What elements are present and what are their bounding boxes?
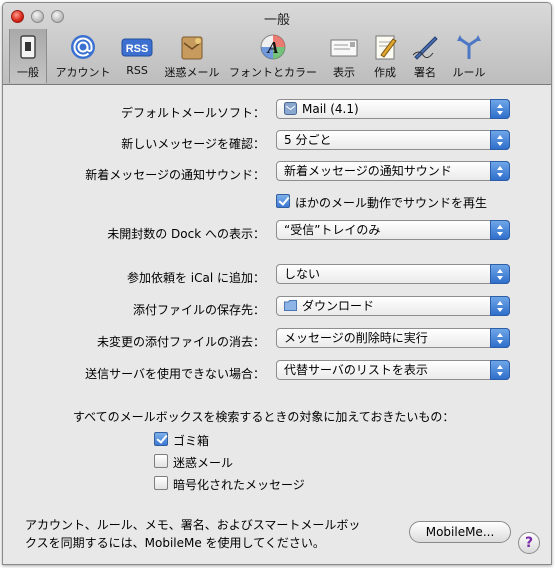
folder-icon	[284, 300, 297, 311]
downloads-folder-popup[interactable]: ダウンロード	[276, 296, 510, 316]
new-mail-sound-popup[interactable]: 新着メッセージの通知サウンド	[276, 161, 510, 181]
include-junk-checkbox[interactable]	[154, 454, 168, 468]
tab-composing[interactable]: 作成	[367, 29, 403, 83]
remove-downloads-popup[interactable]: メッセージの削除時に実行	[276, 328, 510, 348]
viewing-icon	[330, 39, 358, 57]
popup-arrows-icon	[490, 99, 510, 119]
tab-fonts-colors[interactable]: A フォントとカラー	[227, 29, 319, 83]
tab-general[interactable]: 一般	[9, 29, 47, 83]
search-include-heading: すべてのメールボックスを検索するときの対象に加えておきたいもの：	[73, 410, 455, 424]
add-invitations-popup[interactable]: しない	[276, 264, 510, 284]
default-mail-app-popup[interactable]: Mail (4.1)	[276, 99, 510, 119]
popup-arrows-icon	[490, 328, 510, 348]
tab-viewing[interactable]: 表示	[325, 29, 363, 83]
include-trash-checkbox[interactable]	[154, 432, 168, 446]
new-mail-sound-label: 新着メッセージの通知サウンド：	[85, 168, 265, 182]
dock-unread-popup[interactable]: “受信”トレイのみ	[276, 220, 510, 240]
svg-text:A: A	[266, 38, 278, 57]
popup-arrows-icon	[490, 360, 510, 380]
check-new-mail-label: 新しいメッセージを確認：	[121, 137, 265, 151]
general-switch-icon	[20, 35, 36, 59]
popup-arrows-icon	[490, 220, 510, 240]
play-sounds-label: ほかのメール動作でサウンドを再生	[295, 196, 488, 210]
tab-rss[interactable]: RSS RSS	[117, 29, 157, 83]
tab-signatures[interactable]: 署名	[407, 29, 443, 83]
mobileme-note-line1: アカウント、ルール、メモ、署名、およびスマートメールボッ	[25, 518, 361, 532]
popup-arrows-icon	[490, 296, 510, 316]
svg-text:RSS: RSS	[126, 43, 149, 55]
signature-icon	[412, 36, 438, 60]
include-encrypted-checkbox[interactable]	[154, 476, 168, 490]
mail-app-icon	[284, 102, 297, 115]
window-title: 一般	[263, 13, 290, 28]
include-trash-label: ゴミ箱	[173, 434, 210, 448]
dock-unread-label: 未開封数の Dock への表示：	[107, 227, 265, 241]
tab-accounts[interactable]: アカウント	[55, 29, 111, 83]
downloads-folder-label: 添付ファイルの保存先：	[132, 303, 265, 317]
composing-icon	[375, 35, 397, 60]
remove-downloads-label: 未変更の添付ファイルの消去：	[96, 335, 265, 349]
mobileme-button[interactable]: MobileMe...	[409, 521, 511, 543]
tab-junk-mail[interactable]: 迷惑メール	[161, 29, 223, 83]
outgoing-unavailable-popup[interactable]: 代替サーバのリストを表示	[276, 360, 510, 380]
font-color-icon: A	[260, 34, 286, 60]
popup-arrows-icon	[490, 264, 510, 284]
include-encrypted-label: 暗号化されたメッセージ	[173, 478, 305, 492]
add-invitations-label: 参加依頼を iCal に追加：	[126, 271, 265, 285]
rss-icon: RSS	[121, 38, 153, 57]
play-sounds-checkbox[interactable]	[276, 194, 290, 208]
toolbar: 一般 一般 アカウント RSS RSS 迷惑メール A フォントとカラー 表示 …	[3, 3, 551, 85]
preferences-window: 一般 一般 アカウント RSS RSS 迷惑メール A フォントとカラー 表示 …	[2, 2, 552, 565]
check-new-mail-popup[interactable]: 5 分ごと	[276, 130, 510, 150]
tab-rules[interactable]: ルール	[447, 29, 491, 83]
help-button[interactable]: ?	[518, 532, 540, 554]
mobileme-note-line2: クスを同期するには、MobileMe を使用してください。	[25, 536, 325, 550]
junk-mail-icon	[181, 36, 203, 60]
include-junk-label: 迷惑メール	[173, 456, 234, 470]
popup-arrows-icon	[490, 161, 510, 181]
popup-arrows-icon	[490, 130, 510, 150]
at-sign-icon	[71, 35, 95, 59]
default-mail-app-label: デフォルトメールソフト：	[120, 106, 265, 120]
rules-icon	[457, 35, 481, 59]
outgoing-unavailable-label: 送信サーバを使用できない場合：	[85, 367, 265, 381]
